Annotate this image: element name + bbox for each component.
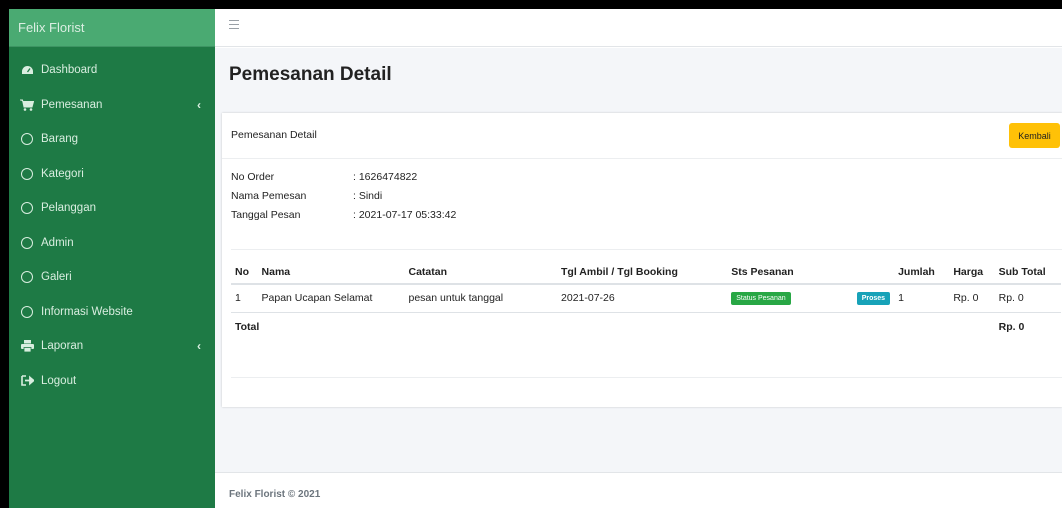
- info-row-order-date: Tanggal Pesan : 2021-07-17 05:33:42: [231, 209, 456, 228]
- sidebar-item-label: Kategori: [41, 167, 84, 180]
- divider: [231, 249, 1062, 250]
- column-header: Catatan: [404, 260, 558, 285]
- info-label: Tanggal Pesan: [231, 209, 301, 221]
- circle-icon: [19, 271, 35, 284]
- sidebar-item-label: Galeri: [41, 271, 72, 284]
- total-row: Total Rp. 0: [231, 312, 1061, 342]
- sidebar-item-dashboard[interactable]: Dashboard: [9, 53, 215, 88]
- cell-status-badge: Proses: [844, 284, 895, 313]
- column-header: Nama: [257, 260, 405, 285]
- sidebar-item-label: Pelanggan: [41, 202, 96, 215]
- info-value: : 1626474822: [353, 171, 418, 183]
- circle-icon: [19, 167, 35, 180]
- cell-subtotal: Rp. 0: [994, 284, 1061, 313]
- back-button[interactable]: Kembali: [1009, 123, 1060, 148]
- menu-toggle-icon[interactable]: [229, 20, 239, 30]
- sidebar-menu: Dashboard Pemesanan ‹ Barang Kategori Pe…: [9, 47, 215, 398]
- sidebar-item-label: Laporan: [41, 340, 84, 353]
- cell-nama: Papan Ucapan Selamat: [257, 284, 405, 313]
- cell-tgl: 2021-07-26: [557, 284, 728, 313]
- divider: [231, 377, 1062, 378]
- sidebar-item-label: Informasi Website: [41, 305, 133, 318]
- circle-icon: [19, 305, 35, 318]
- column-header: Sts Pesanan: [727, 260, 845, 285]
- brand-title[interactable]: Felix Florist: [9, 9, 215, 47]
- card-title: Pemesanan Detail: [231, 129, 317, 141]
- circle-icon: [19, 236, 35, 249]
- table-header-row: No Nama Catatan Tgl Ambil / Tgl Booking …: [231, 260, 1061, 285]
- total-value: Rp. 0: [998, 320, 1025, 333]
- column-header: Sub Total: [994, 260, 1061, 285]
- info-label: Nama Pemesan: [231, 190, 307, 202]
- sidebar-item-label: Dashboard: [41, 64, 98, 77]
- column-header: Jumlah: [894, 260, 950, 285]
- total-label: Total: [235, 320, 260, 333]
- sidebar-item-label: Logout: [41, 374, 77, 387]
- sidebar-item-informasi-website[interactable]: Informasi Website: [9, 295, 215, 330]
- sidebar-item-label: Admin: [41, 236, 74, 249]
- main-content: Pemesanan Detail Pemesanan Detail Kembal…: [215, 48, 1062, 508]
- cell-harga: Rp. 0: [949, 284, 995, 313]
- sidebar-item-label: Pemesanan: [41, 98, 103, 111]
- sidebar-item-pemesanan[interactable]: Pemesanan ‹: [9, 88, 215, 123]
- order-detail-card: Pemesanan Detail Kembali No Order : 1626…: [222, 113, 1062, 407]
- sidebar-item-pelanggan[interactable]: Pelanggan: [9, 191, 215, 226]
- order-items-table: No Nama Catatan Tgl Ambil / Tgl Booking …: [231, 260, 1061, 342]
- cell-jumlah: 1: [894, 284, 950, 313]
- chevron-left-icon: ‹: [197, 339, 201, 354]
- sidebar: Felix Florist Dashboard Pemesanan ‹ Bara…: [9, 9, 215, 508]
- column-header: Tgl Ambil / Tgl Booking: [557, 260, 728, 285]
- cart-icon: [19, 99, 35, 111]
- footer-text: Felix Florist © 2021: [229, 489, 321, 500]
- info-row-order-no: No Order : 1626474822: [231, 171, 456, 190]
- page-title: Pemesanan Detail: [229, 64, 392, 85]
- sidebar-item-galeri[interactable]: Galeri: [9, 260, 215, 295]
- print-icon: [19, 340, 35, 353]
- info-label: No Order: [231, 171, 275, 183]
- sign-out-icon: [19, 375, 35, 387]
- circle-icon: [19, 202, 35, 215]
- status-badge: Proses: [856, 292, 891, 306]
- column-header: [844, 260, 895, 285]
- footer: Felix Florist © 2021: [215, 472, 1062, 508]
- topbar: [215, 9, 1062, 47]
- sidebar-item-barang[interactable]: Barang: [9, 122, 215, 157]
- sidebar-item-laporan[interactable]: Laporan ‹: [9, 329, 215, 364]
- sidebar-item-admin[interactable]: Admin: [9, 226, 215, 261]
- circle-icon: [19, 133, 35, 146]
- column-header: No: [231, 260, 258, 285]
- info-value: : 2021-07-17 05:33:42: [353, 209, 457, 221]
- info-value: : Sindi: [353, 190, 383, 202]
- order-info: No Order : 1626474822 Nama Pemesan : Sin…: [231, 171, 456, 228]
- column-header: Harga: [949, 260, 995, 285]
- sidebar-item-logout[interactable]: Logout: [9, 364, 215, 399]
- sidebar-item-label: Barang: [41, 133, 79, 146]
- cell-no: 1: [231, 284, 258, 313]
- table-row: 1 Papan Ucapan Selamat pesan untuk tangg…: [231, 284, 1061, 313]
- cell-catatan: pesan untuk tanggal: [404, 284, 558, 313]
- chevron-left-icon: ‹: [197, 97, 201, 112]
- cell-status: Status Pesanan: [727, 284, 845, 313]
- card-header: Pemesanan Detail Kembali: [222, 113, 1062, 159]
- status-pesanan-button[interactable]: Status Pesanan: [731, 292, 791, 306]
- sidebar-item-kategori[interactable]: Kategori: [9, 157, 215, 192]
- info-row-customer: Nama Pemesan : Sindi: [231, 190, 456, 209]
- tachometer-icon: [19, 65, 35, 76]
